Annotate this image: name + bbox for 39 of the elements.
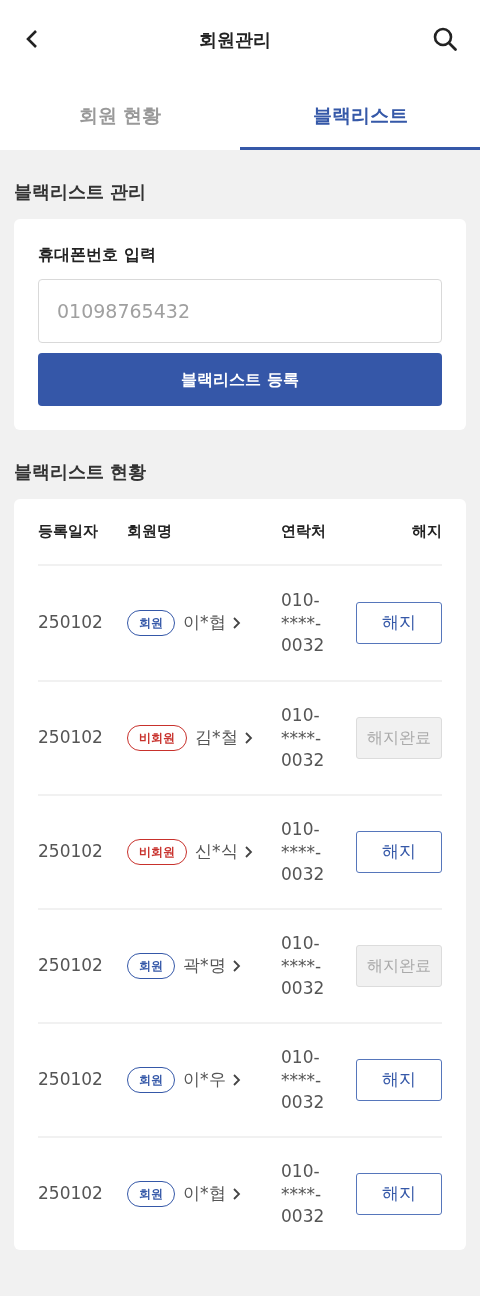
search-icon[interactable] — [432, 26, 458, 52]
phone-text: 010-****-0032 — [281, 931, 326, 1001]
chevron-icon — [231, 959, 242, 973]
chevron-icon — [243, 845, 254, 859]
column-header: 회원명 — [127, 522, 172, 541]
date-text: 250102 — [38, 612, 103, 633]
column-header: 해지 — [412, 522, 442, 541]
chevron-icon — [231, 1187, 242, 1201]
member-name-link[interactable]: 이*우 — [183, 1067, 242, 1093]
date-text: 250102 — [38, 1183, 103, 1204]
phone-text: 010-****-0032 — [281, 1045, 326, 1115]
column-header: 등록일자 — [38, 522, 98, 541]
member-name-link[interactable]: 신*식 — [195, 839, 254, 865]
field-label: 휴대폰번호 입력 — [38, 244, 157, 266]
member-name-link[interactable]: 이*협 — [183, 610, 242, 636]
phone-input-field[interactable]: 01098765432 — [38, 279, 442, 343]
phone-text: 010-****-0032 — [281, 817, 326, 887]
page-title: 회원관리 — [199, 27, 271, 52]
back-icon[interactable] — [26, 29, 38, 49]
date-text: 250102 — [38, 727, 103, 748]
chevron-icon — [243, 731, 254, 745]
section-title: 블랙리스트 현황 — [13, 460, 148, 484]
register-button[interactable]: 블랙리스트 등록 — [38, 353, 442, 406]
phone-text: 010-****-0032 — [281, 703, 326, 773]
cancel-button[interactable]: 해지 — [356, 831, 442, 873]
phone-text: 010-****-0032 — [281, 588, 326, 658]
chevron-icon — [231, 616, 242, 630]
column-header: 연락처 — [281, 522, 326, 541]
date-text: 250102 — [38, 1069, 103, 1090]
member-name-link[interactable]: 이*협 — [183, 1181, 242, 1207]
tab[interactable]: 블랙리스트 — [240, 78, 480, 150]
cancel-button[interactable]: 해지 — [356, 1059, 442, 1101]
cancel-button[interactable]: 해지 — [356, 602, 442, 644]
date-text: 250102 — [38, 841, 103, 862]
date-text: 250102 — [38, 955, 103, 976]
section-title: 블랙리스트 관리 — [13, 180, 148, 204]
cancel-button[interactable]: 해지 — [356, 1173, 442, 1215]
phone-text: 010-****-0032 — [281, 1159, 326, 1229]
chevron-icon — [231, 1073, 242, 1087]
